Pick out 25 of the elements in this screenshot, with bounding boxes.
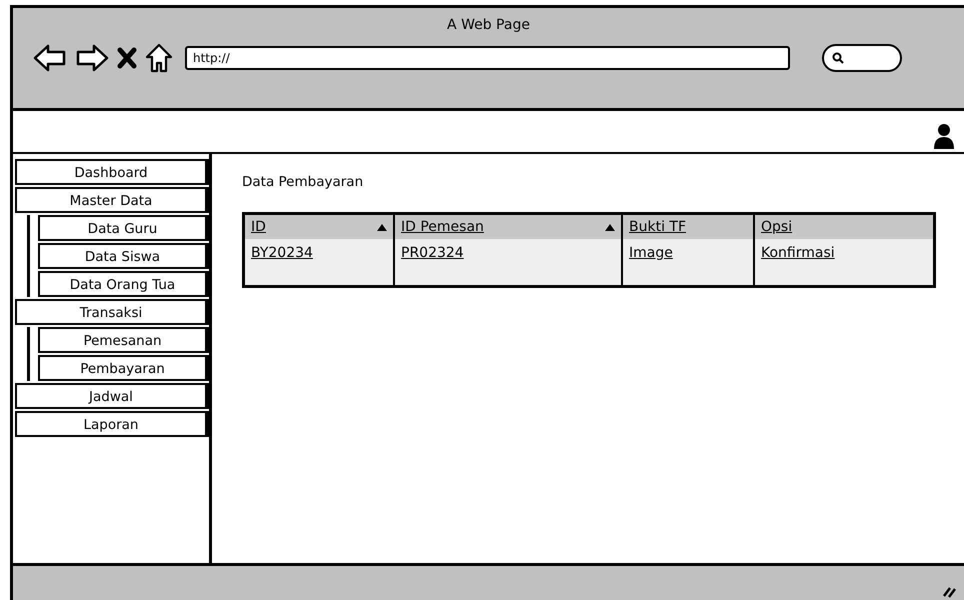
menu-item[interactable]: Transaksi: [15, 299, 209, 325]
submenu-item[interactable]: Data Siswa: [38, 243, 209, 269]
search-field[interactable]: [822, 44, 902, 72]
user-icon[interactable]: [934, 123, 954, 149]
address-field[interactable]: http://: [185, 46, 790, 70]
menu-item[interactable]: Dashboard: [15, 159, 209, 185]
table-cell: BY20234: [245, 239, 395, 285]
back-icon[interactable]: [33, 43, 67, 73]
page-heading: Data Pembayaran: [242, 174, 364, 190]
menu-item[interactable]: Master Data: [15, 187, 209, 213]
window-title: A Web Page: [447, 17, 530, 33]
menu-item[interactable]: Laporan: [15, 411, 209, 437]
table-cell: PR02324: [395, 239, 623, 285]
column-header[interactable]: Opsi: [755, 215, 933, 239]
home-icon[interactable]: [145, 43, 173, 73]
submenu-item[interactable]: Data Guru: [38, 215, 209, 241]
table-cell-text: Konfirmasi: [760, 244, 836, 263]
table-cell: Image: [623, 239, 755, 285]
submenu-item[interactable]: Data Orang Tua: [38, 271, 209, 297]
forward-icon[interactable]: [75, 43, 109, 73]
close-icon[interactable]: [117, 47, 137, 69]
menu-item[interactable]: Jadwal: [15, 383, 209, 409]
search-icon: [832, 52, 844, 64]
submenu-item[interactable]: Pembayaran: [38, 355, 209, 381]
submenu-item[interactable]: Pemesanan: [38, 327, 209, 353]
